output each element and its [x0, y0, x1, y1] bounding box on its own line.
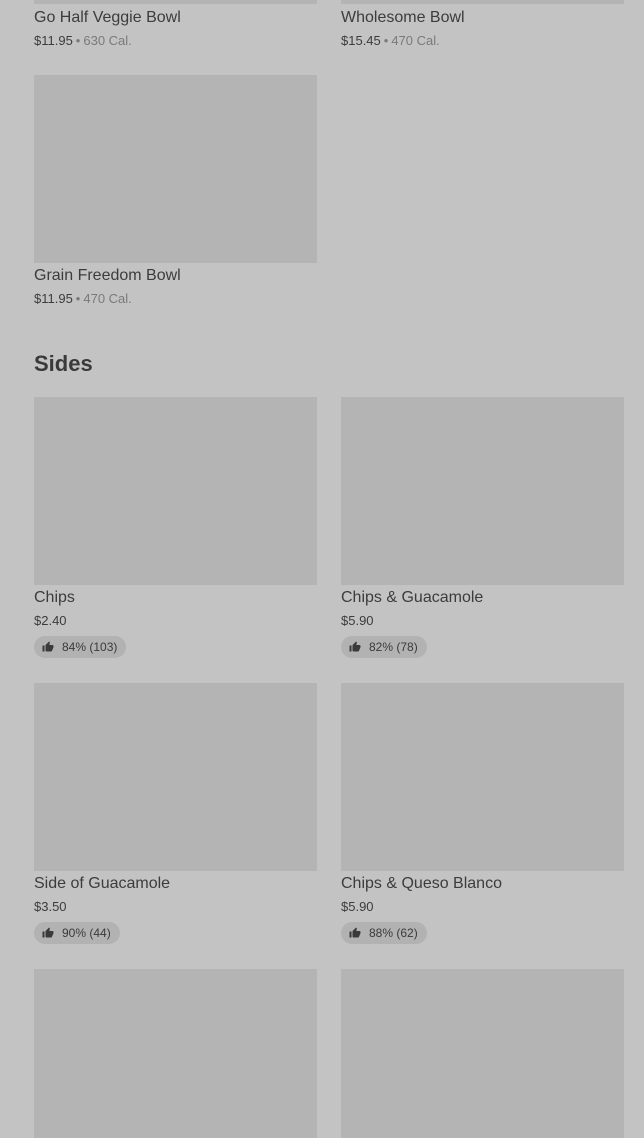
menu-item-image[interactable] — [34, 397, 317, 585]
menu-item-image[interactable] — [341, 0, 624, 4]
menu-item-name: Go Half Veggie Bowl — [34, 9, 181, 26]
rating-badge: 90% (44) — [34, 922, 120, 944]
menu-item-card[interactable] — [34, 969, 317, 1138]
menu-item-card[interactable] — [341, 969, 624, 1138]
rating-badge: 82% (78) — [341, 636, 427, 658]
section-title-sides: Sides — [34, 351, 93, 376]
menu-item-card[interactable]: Chips $2.40 84% (103) — [34, 397, 317, 659]
menu-item-card[interactable]: Wholesome Bowl $15.45 • 470 Cal. — [341, 0, 624, 52]
menu-item-card[interactable]: Grain Freedom Bowl $11.95 • 470 Cal. — [34, 75, 317, 310]
menu-item-price: $5.90 — [341, 899, 374, 914]
menu-item-name: Chips & Guacamole — [341, 589, 484, 606]
menu-item-card[interactable]: Go Half Veggie Bowl $11.95 • 630 Cal. — [34, 0, 317, 52]
menu-item-price: $3.50 — [34, 899, 67, 914]
menu-item-name: Wholesome Bowl — [341, 9, 465, 26]
thumbs-up-icon — [42, 927, 54, 938]
separator-dot: • — [75, 291, 81, 306]
menu-item-price-calories: $11.95 • 470 Cal. — [34, 291, 132, 307]
menu-item-name: Chips — [34, 589, 75, 606]
menu-item-image[interactable] — [341, 969, 624, 1138]
menu-item-name: Chips & Queso Blanco — [341, 875, 502, 892]
menu-item-card[interactable]: Chips & Guacamole $5.90 82% (78) — [341, 397, 624, 659]
menu-item-price: $11.95 — [34, 33, 73, 48]
menu-item-price: $2.40 — [34, 613, 67, 628]
menu-item-card[interactable]: Side of Guacamole $3.50 90% (44) — [34, 683, 317, 945]
menu-item-calories: 630 Cal. — [83, 33, 132, 48]
separator-dot: • — [383, 33, 389, 48]
menu-item-image[interactable] — [34, 75, 317, 263]
menu-item-price-calories: $15.45 • 470 Cal. — [341, 33, 440, 49]
menu-item-price-calories: $11.95 • 630 Cal. — [34, 33, 132, 49]
menu-item-image[interactable] — [34, 683, 317, 871]
rating-value: 82% (78) — [369, 640, 418, 654]
thumbs-up-icon — [349, 927, 361, 938]
thumbs-up-icon — [42, 641, 54, 652]
menu-item-calories: 470 Cal. — [83, 291, 132, 306]
menu-item-price: $5.90 — [341, 613, 374, 628]
rating-badge: 88% (62) — [341, 922, 427, 944]
menu-item-name: Side of Guacamole — [34, 875, 171, 892]
separator-dot: • — [75, 33, 81, 48]
thumbs-up-icon — [349, 641, 361, 652]
rating-value: 88% (62) — [369, 926, 418, 940]
menu-item-image[interactable] — [341, 683, 624, 871]
menu-item-price: $15.45 — [341, 33, 381, 48]
menu-item-calories: 470 Cal. — [391, 33, 440, 48]
menu-item-image[interactable] — [341, 397, 624, 585]
rating-value: 90% (44) — [62, 926, 111, 940]
menu-item-image[interactable] — [34, 0, 317, 4]
menu-item-name: Grain Freedom Bowl — [34, 267, 181, 284]
menu-item-image[interactable] — [34, 969, 317, 1138]
menu-item-card[interactable]: Chips & Queso Blanco $5.90 88% (62) — [341, 683, 624, 945]
menu-item-price: $11.95 — [34, 291, 73, 306]
rating-badge: 84% (103) — [34, 636, 127, 658]
rating-value: 84% (103) — [62, 640, 118, 654]
